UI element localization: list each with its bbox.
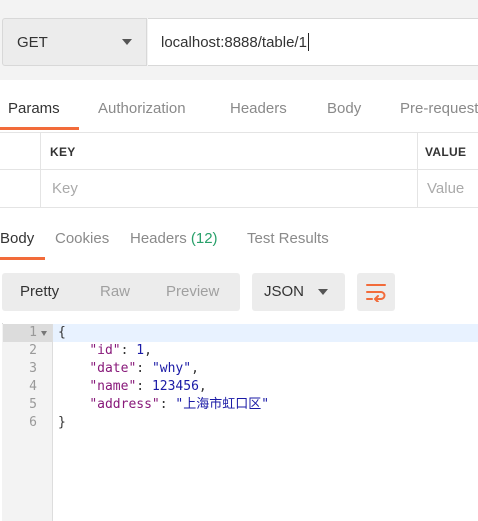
key-column-header: KEY [50,145,76,159]
tab-test-results[interactable]: Test Results [247,218,329,260]
code-line: "date": "why", [89,361,199,376]
response-tabs: Body Cookies Headers (12) Test Results [0,218,478,260]
value-column-header: VALUE [425,145,467,159]
code-line: "name": 123456, [89,379,207,394]
chevron-down-icon [122,39,132,45]
fold-arrow-icon[interactable] [41,331,47,336]
tab-label: Params [8,100,60,117]
code-line: "id": 1, [89,343,152,358]
tab-label: Cookies [55,230,110,247]
tab-label: Test Results [247,230,329,247]
tab-label: Body [0,230,35,247]
tab-label: Pre-request [400,100,478,117]
tab-response-headers[interactable]: Headers (12) [130,218,218,260]
line-number: 5 [29,397,37,412]
json-value: "why" [151,361,192,376]
tab-cookies[interactable]: Cookies [55,218,109,260]
key-input[interactable]: Key [52,180,78,197]
tab-body[interactable]: Body [327,88,361,130]
wrap-lines-icon [366,284,386,302]
url-text: localhost:8888/table/1 [161,33,307,51]
json-value: 123456 [151,379,199,394]
column-divider [40,133,41,170]
json-value: "上海市虹口区" [175,397,270,412]
column-divider [417,133,418,170]
json-key: "id" [89,343,121,358]
code-line: } [58,415,66,430]
column-divider [40,170,41,207]
tab-authorization[interactable]: Authorization [98,88,186,130]
method-label: GET [17,33,48,51]
active-tab-indicator [0,257,45,260]
line-number: 6 [29,415,37,430]
header-count-badge: (12) [190,230,218,247]
view-mode-toggle: Pretty Raw Preview [2,273,240,311]
json-key: "address" [89,397,160,412]
code-line: { [58,325,66,340]
active-line-highlight [53,324,478,342]
pretty-button[interactable]: Pretty [20,273,59,311]
method-select[interactable]: GET [2,18,147,66]
format-label: JSON [264,283,305,300]
tab-response-body[interactable]: Body [0,218,45,260]
text-cursor [307,33,309,51]
params-header-row: KEY VALUE [0,132,478,170]
line-number: 2 [29,343,37,358]
value-input[interactable]: Value [427,180,464,197]
json-value: 1 [136,343,145,358]
line-number: 1 [29,325,37,340]
tab-headers[interactable]: Headers [230,88,287,130]
tab-params[interactable]: Params [0,88,79,130]
url-input[interactable]: localhost:8888/table/1 [148,18,478,66]
params-row: Key Value [0,170,478,208]
active-tab-indicator [0,127,79,130]
json-key: "date" [89,361,137,376]
tab-label: Body [327,100,362,117]
wrap-lines-button[interactable] [357,273,395,311]
tab-label: Headers [230,100,287,117]
column-divider [417,170,418,207]
preview-button[interactable]: Preview [166,273,219,311]
tab-pre-request[interactable]: Pre-request [400,88,478,130]
line-number: 3 [29,361,37,376]
format-select[interactable]: JSON [252,273,345,311]
chevron-down-icon [318,289,328,295]
tab-label: Authorization [98,100,186,117]
line-number: 4 [29,379,37,394]
code-line: "address": "上海市虹口区" [89,397,270,412]
request-tabs: Params Authorization Headers Body Pre-re… [0,88,478,130]
raw-button[interactable]: Raw [100,273,130,311]
json-key: "name" [89,379,137,394]
tab-label: Headers [130,230,187,247]
